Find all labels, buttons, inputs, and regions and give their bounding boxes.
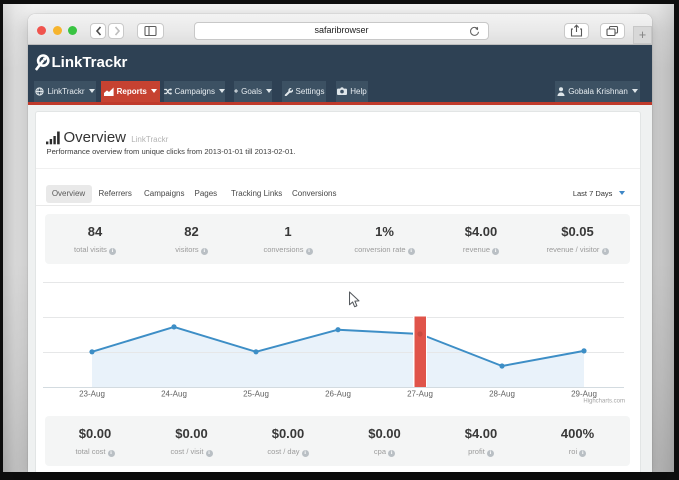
svg-text:25-Aug: 25-Aug [243,390,269,399]
svg-text:26-Aug: 26-Aug [325,390,351,399]
svg-text:23-Aug: 23-Aug [79,390,105,399]
svg-text:24-Aug: 24-Aug [161,390,187,399]
svg-text:Highcharts.com: Highcharts.com [583,399,625,405]
svg-text:27-Aug: 27-Aug [407,390,433,399]
svg-text:28-Aug: 28-Aug [489,390,515,399]
svg-text:29-Aug: 29-Aug [571,390,597,399]
